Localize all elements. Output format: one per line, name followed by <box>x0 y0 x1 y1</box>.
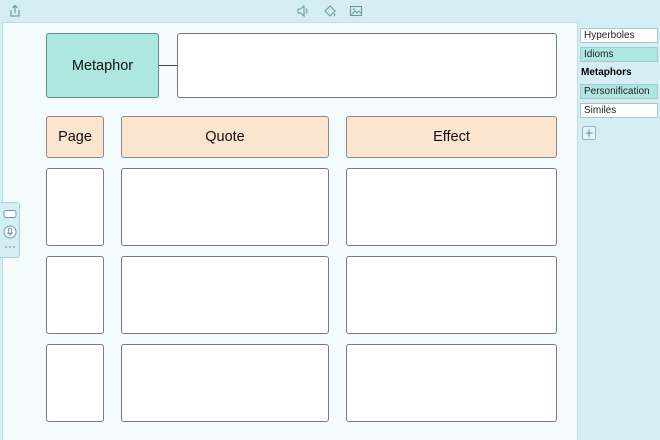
tab-label: Idioms <box>584 49 614 60</box>
tab-label: Hyperboles <box>584 30 635 41</box>
tab-label: Personification <box>584 86 650 97</box>
tab-similes[interactable]: Similes <box>580 103 658 118</box>
tab-idioms[interactable]: Idioms <box>580 47 658 62</box>
tab-personification[interactable]: Personification <box>580 84 658 99</box>
page-cell[interactable] <box>46 344 104 422</box>
side-tool-panel <box>0 202 20 258</box>
concept-label: Metaphor <box>71 57 134 74</box>
page-cell[interactable] <box>46 256 104 334</box>
quote-cell[interactable] <box>121 256 329 334</box>
tab-metaphors[interactable]: Metaphors <box>580 66 658 81</box>
image-icon[interactable] <box>349 4 363 18</box>
effect-cell[interactable] <box>346 344 557 422</box>
effect-cell[interactable] <box>346 168 557 246</box>
toolbar <box>0 0 660 22</box>
plus-icon <box>585 129 593 137</box>
tab-label: Similes <box>584 105 617 116</box>
share-icon[interactable] <box>8 4 22 18</box>
more-options-icon[interactable] <box>4 244 16 250</box>
effect-header: Effect <box>346 116 557 158</box>
quote-cell[interactable] <box>121 168 329 246</box>
tab-label: Metaphors <box>581 67 632 78</box>
page-cell[interactable] <box>46 168 104 246</box>
page-header-label: Page <box>58 129 92 145</box>
effect-header-label: Effect <box>433 129 470 145</box>
concept-connector <box>159 65 178 66</box>
concept-node[interactable]: Metaphor <box>46 33 159 98</box>
textbox-icon[interactable] <box>3 209 17 219</box>
fill-color-icon[interactable] <box>323 4 337 18</box>
quote-header: Quote <box>121 116 329 158</box>
speaker-icon[interactable] <box>296 4 310 18</box>
add-tab-button[interactable] <box>582 126 596 140</box>
effect-cell[interactable] <box>346 256 557 334</box>
tab-hyperboles[interactable]: Hyperboles <box>580 28 658 43</box>
concept-definition-box[interactable] <box>177 33 557 98</box>
page-header: Page <box>46 116 104 158</box>
quote-cell[interactable] <box>121 344 329 422</box>
microphone-icon[interactable] <box>3 225 17 239</box>
quote-header-label: Quote <box>205 129 245 145</box>
